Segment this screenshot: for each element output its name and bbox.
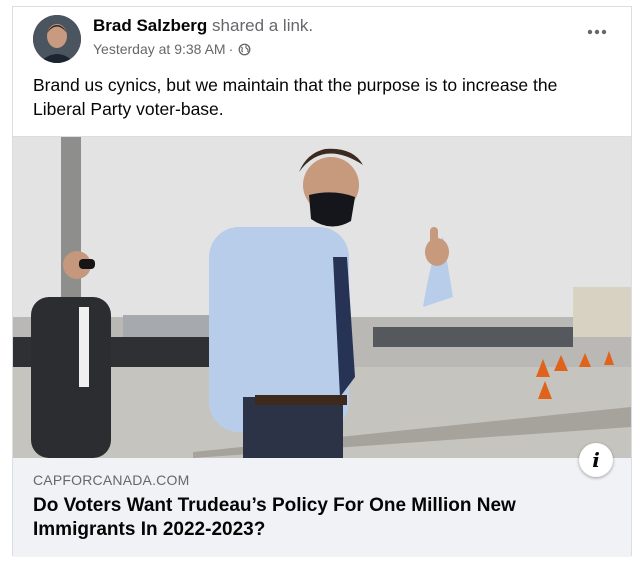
info-icon: i [592,448,600,472]
post-meta: Yesterday at 9:38 AM · [93,41,251,57]
link-title[interactable]: Do Voters Want Trudeau’s Policy For One … [33,494,593,542]
post-title-line: Brad Salzberg shared a link. [93,16,313,36]
public-globe-icon[interactable] [238,43,251,56]
author-name[interactable]: Brad Salzberg [93,16,207,35]
link-domain: CAPFORCANADA.COM [33,472,190,488]
author-avatar[interactable] [33,15,81,63]
post-timestamp[interactable]: Yesterday at 9:38 AM [93,41,226,57]
post-header: Brad Salzberg shared a link. Yesterday a… [13,7,631,69]
feed-post: Brad Salzberg shared a link. Yesterday a… [12,6,632,557]
post-action: shared a link. [212,16,314,35]
link-preview-image[interactable] [13,137,631,458]
more-options-icon [587,22,607,40]
info-button[interactable]: i [579,443,613,477]
more-options-button[interactable] [579,19,615,43]
post-text: Brand us cynics, but we maintain that th… [33,75,558,119]
link-preview-card[interactable]: i CAPFORCANADA.COM Do Voters Want Trudea… [13,136,631,557]
meta-separator: · [228,41,234,57]
